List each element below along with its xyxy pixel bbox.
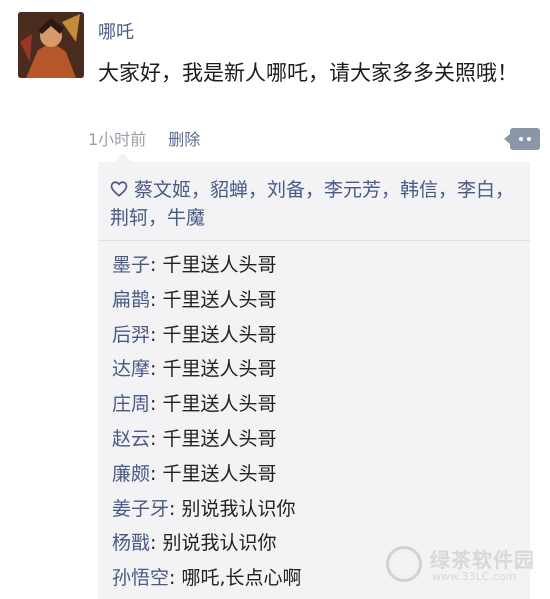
comment-text: 千里送人头哥 xyxy=(162,393,277,416)
delete-button[interactable]: 删除 xyxy=(168,130,200,149)
avatar-image xyxy=(18,12,84,78)
comment-row[interactable]: 达摩: 千里送人头哥 xyxy=(112,352,522,387)
site-watermark: 绿茶软件园 www.33LC.com xyxy=(386,542,536,592)
comment-author[interactable]: 杨戬 xyxy=(112,532,150,554)
comment-text: 千里送人头哥 xyxy=(162,358,277,381)
comment-author[interactable]: 赵云 xyxy=(112,428,150,450)
likes-names[interactable]: 蔡文姬，貂蝉，刘备，李元芳，韩信，李白，荆轲，牛魔 xyxy=(110,179,514,229)
comment-author[interactable]: 庄周 xyxy=(112,393,150,415)
comment-author[interactable]: 姜子牙 xyxy=(112,498,169,520)
watermark-text: 绿茶软件园 xyxy=(430,548,535,572)
comment-author[interactable]: 墨子 xyxy=(112,254,150,276)
post-username[interactable]: 哪吒 xyxy=(98,18,134,44)
post-meta: 1小时前 删除 xyxy=(88,126,200,150)
comment-button[interactable] xyxy=(504,128,540,150)
comment-text: 别说我认识你 xyxy=(162,532,277,555)
comment-text: 千里送人头哥 xyxy=(162,323,277,346)
comment-text: 千里送人头哥 xyxy=(162,427,277,450)
comment-row[interactable]: 扁鹊: 千里送人头哥 xyxy=(112,283,522,318)
comment-author[interactable]: 扁鹊 xyxy=(112,289,150,311)
comment-text: 哪吒,长点心啊 xyxy=(181,567,302,590)
comment-row[interactable]: 墨子: 千里送人头哥 xyxy=(112,248,522,283)
interaction-panel: 蔡文姬，貂蝉，刘备，李元芳，韩信，李白，荆轲，牛魔 墨子: 千里送人头哥 扁鹊:… xyxy=(98,153,530,599)
post-text: 大家好，我是新人哪吒，请大家多多关照哦！ xyxy=(98,61,518,85)
comment-button-pointer xyxy=(504,134,510,144)
watermark-url: www.33LC.com xyxy=(432,570,517,583)
comment-author[interactable]: 孙悟空 xyxy=(112,567,169,589)
likes-list: 蔡文姬，貂蝉，刘备，李元芳，韩信，李白，荆轲，牛魔 xyxy=(110,176,524,232)
comment-row[interactable]: 赵云: 千里送人头哥 xyxy=(112,422,522,457)
comment-text: 千里送人头哥 xyxy=(162,254,277,276)
comment-row[interactable]: 庄周: 千里送人头哥 xyxy=(112,387,522,422)
likes-divider xyxy=(98,240,530,241)
heart-icon xyxy=(110,181,128,197)
comment-text: 别说我认识你 xyxy=(181,497,296,520)
comment-author[interactable]: 廉颇 xyxy=(112,463,150,485)
panel-pointer xyxy=(114,153,132,162)
comment-author[interactable]: 达摩 xyxy=(112,358,150,380)
comment-author[interactable]: 后羿 xyxy=(112,324,150,346)
post-time: 1小时前 xyxy=(88,130,147,149)
comment-row[interactable]: 姜子牙: 别说我认识你 xyxy=(112,492,522,527)
watermark-logo-icon xyxy=(386,546,422,582)
comment-text: 千里送人头哥 xyxy=(162,462,277,485)
comment-text: 千里送人头哥 xyxy=(162,288,277,311)
comment-row[interactable]: 后羿: 千里送人头哥 xyxy=(112,318,522,353)
avatar[interactable] xyxy=(18,12,84,78)
comment-row[interactable]: 廉颇: 千里送人头哥 xyxy=(112,457,522,492)
